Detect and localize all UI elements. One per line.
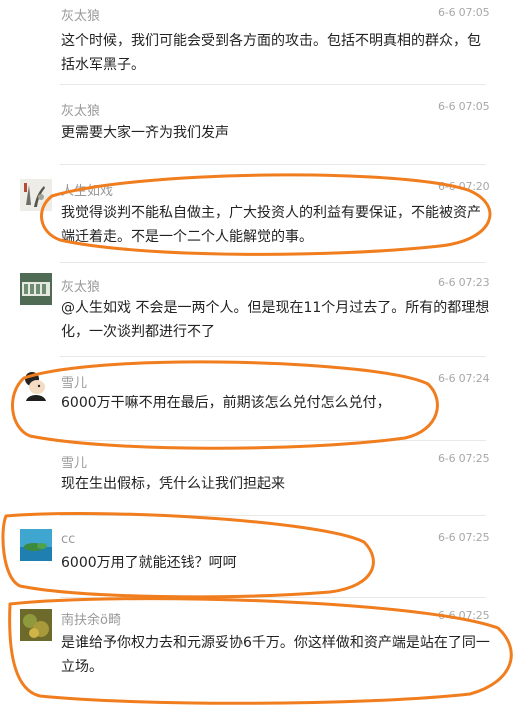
- comment-timestamp: 6-6 07:25: [438, 452, 490, 465]
- comment-timestamp: 6-6 07:20: [438, 180, 490, 193]
- comment-username[interactable]: 雪儿: [61, 452, 87, 471]
- comment-divider: [60, 597, 486, 598]
- comment-item: 雪儿 6-6 07:25 现在生出假标，凭什么让我们担起来: [0, 442, 530, 518]
- comment-username[interactable]: 人生如戏: [61, 180, 113, 199]
- comment-text: 这个时候，我们可能会受到各方面的攻击。包括不明真相的群众，包括水军黑子。: [61, 33, 481, 73]
- banner-icon: [20, 273, 52, 305]
- user-avatar[interactable]: [20, 529, 52, 561]
- comment-username[interactable]: 雪儿: [61, 372, 87, 391]
- comment-divider: [60, 356, 486, 357]
- user-avatar[interactable]: [20, 369, 52, 401]
- comment-text: 更需要大家一齐为我们发声: [61, 125, 229, 141]
- comment-divider: [60, 262, 486, 263]
- comment-divider: [60, 515, 486, 516]
- comment-timestamp: 6-6 07:25: [438, 609, 490, 622]
- comment-divider: [60, 84, 486, 85]
- comment-username[interactable]: 南扶余ö畸: [61, 609, 121, 628]
- comment-text: 6000万用了就能还钱？呵呵: [61, 555, 237, 571]
- user-avatar[interactable]: [20, 179, 52, 211]
- comment-text: @人生如戏 不会是一两个人。但是现在11个月过去了。所有的都理想化，一次谈判都进…: [61, 300, 490, 340]
- island-icon: [20, 529, 52, 561]
- comment-text: 我觉得谈判不能私自做主，广大投资人的利益有要保证，不能被资产端迁着走。不是一个二…: [61, 205, 481, 245]
- user-avatar[interactable]: [20, 273, 52, 305]
- comment-item: 南扶余ö畸 6-6 07:25 是谁给予你权力去和元源妥协6千万。你这样做和资产…: [0, 599, 530, 709]
- comment-timestamp: 6-6 07:24: [438, 372, 490, 385]
- user-avatar[interactable]: [20, 609, 52, 641]
- comment-username[interactable]: 灰太狼: [61, 5, 100, 24]
- comment-item: 人生如戏 6-6 07:20 我觉得谈判不能私自做主，广大投资人的利益有要保证，…: [0, 166, 530, 264]
- comment-username[interactable]: cc: [61, 532, 75, 547]
- comment-divider: [60, 164, 486, 165]
- comment-timestamp: 6-6 07:23: [438, 276, 490, 289]
- comment-item: 灰太狼 6-6 07:05 更需要大家一齐为我们发声: [0, 90, 530, 166]
- comment-thread: 灰太狼 6-6 07:05 这个时候，我们可能会受到各方面的攻击。包括不明真相的…: [0, 0, 530, 709]
- comment-text: 是谁给予你权力去和元源妥协6千万。你这样做和资产端是站在了同一立场。: [61, 635, 490, 675]
- plant-icon: [20, 609, 52, 641]
- ink-painting-icon: [20, 179, 52, 211]
- comment-timestamp: 6-6 07:05: [438, 6, 490, 19]
- comment-username[interactable]: 灰太狼: [61, 100, 100, 119]
- comment-item: 雪儿 6-6 07:24 6000万干嘛不用在最后，前期该怎么兑付怎么兑付，: [0, 358, 530, 442]
- comment-item: 灰太狼 6-6 07:23 @人生如戏 不会是一两个人。但是现在11个月过去了。…: [0, 264, 530, 358]
- comment-text: 6000万干嘛不用在最后，前期该怎么兑付怎么兑付，: [61, 395, 391, 411]
- comment-text: 现在生出假标，凭什么让我们担起来: [61, 476, 285, 492]
- comment-username[interactable]: 灰太狼: [61, 276, 100, 295]
- comment-item: cc 6-6 07:25 6000万用了就能还钱？呵呵: [0, 517, 530, 599]
- comment-divider: [60, 440, 486, 441]
- comment-timestamp: 6-6 07:05: [438, 100, 490, 113]
- cartoon-girl-icon: [20, 369, 52, 401]
- comment-timestamp: 6-6 07:25: [438, 531, 490, 544]
- comment-item: 灰太狼 6-6 07:05 这个时候，我们可能会受到各方面的攻击。包括不明真相的…: [0, 0, 530, 90]
